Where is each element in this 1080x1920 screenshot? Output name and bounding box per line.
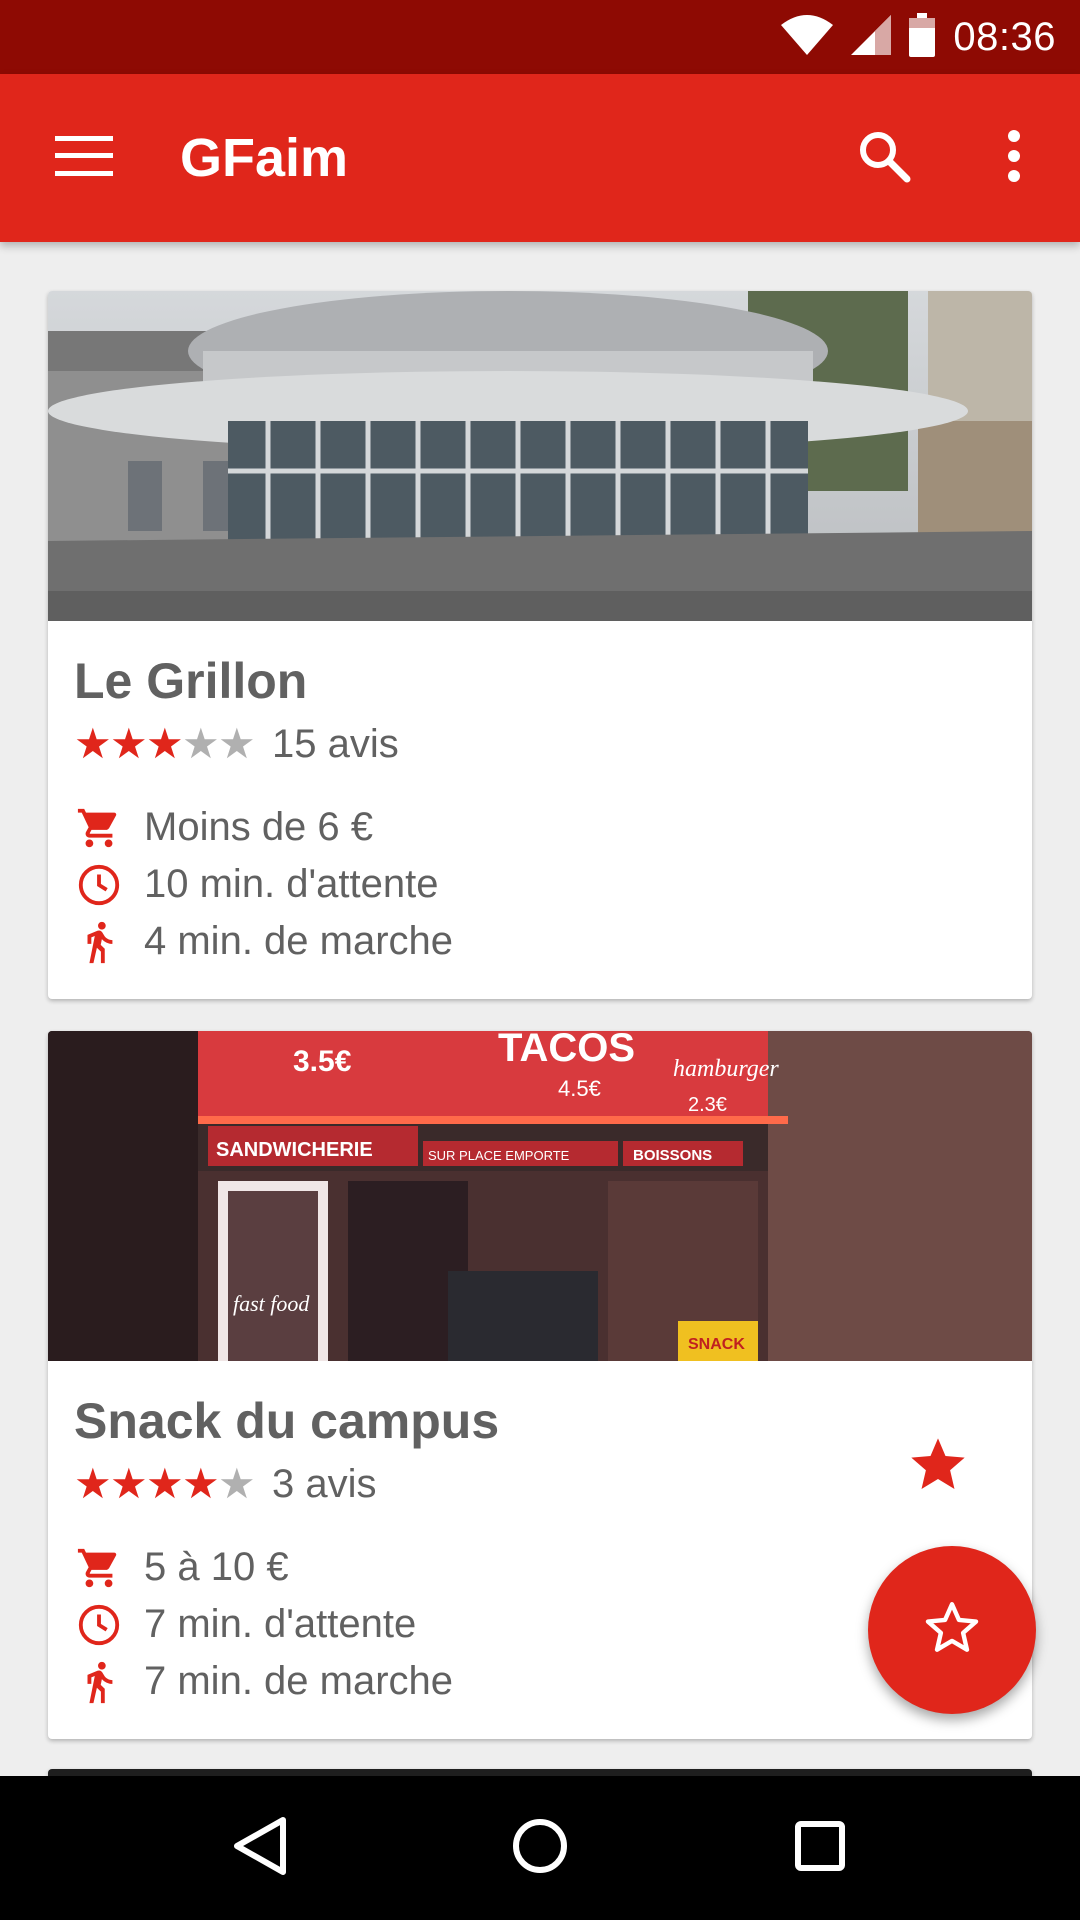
clock-icon <box>74 860 124 910</box>
status-time: 08:36 <box>953 14 1056 59</box>
app-title: GFaim <box>180 128 349 188</box>
wait-text: 10 min. d'attente <box>144 862 439 906</box>
rating-stars: ★ ★ ★ ★ ★ <box>74 720 256 767</box>
nav-back-button[interactable] <box>210 1798 310 1898</box>
sign-fast-food: fast food <box>233 1291 310 1316</box>
info-list: 5 à 10 € 7 min. d'attente 7 min. de marc… <box>74 1539 1006 1710</box>
walk-icon <box>74 917 124 967</box>
rating: ★ ★ ★ ★ ★ 15 avis <box>74 719 1006 769</box>
rating-stars: ★ ★ ★ ★ ★ <box>74 1460 256 1507</box>
cart-icon <box>74 1543 124 1593</box>
battery-icon <box>909 12 936 62</box>
wifi-icon <box>781 14 834 60</box>
star-filled-icon: ★ <box>74 720 112 767</box>
more-vert-icon <box>1006 129 1022 187</box>
info-list: Moins de 6 € 10 min. d'attente 4 min. de… <box>74 799 1006 970</box>
star-empty-icon: ★ <box>218 1460 256 1507</box>
wait-row: 7 min. d'attente <box>74 1596 1006 1653</box>
sign-hamburger: hamburger <box>673 1056 779 1082</box>
status-icons: 08:36 <box>781 0 1056 74</box>
restaurant-list[interactable]: Le Grillon ★ ★ ★ ★ ★ 15 avis Moins de 6 … <box>0 242 1080 1776</box>
price-row: Moins de 6 € <box>74 799 1006 856</box>
sign-boissons: BOISSONS <box>633 1147 712 1164</box>
app-bar: GFaim <box>0 74 1080 242</box>
sign-snack: SNACK <box>688 1336 745 1353</box>
menu-icon <box>55 135 113 181</box>
restaurant-card[interactable] <box>48 1769 1032 1776</box>
price-text: 5 à 10 € <box>144 1545 289 1589</box>
walk-row: 7 min. de marche <box>74 1653 1006 1710</box>
star-filled-icon: ★ <box>146 720 184 767</box>
wait-text: 7 min. d'attente <box>144 1602 417 1646</box>
star-filled-icon: ★ <box>110 720 148 767</box>
nav-recents-button[interactable] <box>770 1798 870 1898</box>
sign-sandwicherie: SANDWICHERIE <box>216 1139 373 1161</box>
card-body: Le Grillon ★ ★ ★ ★ ★ 15 avis Moins de 6 … <box>48 621 1032 990</box>
walk-text: 7 min. de marche <box>144 1659 454 1703</box>
clock-icon <box>74 1600 124 1650</box>
walk-icon <box>74 1657 124 1707</box>
star-empty-icon: ★ <box>218 720 256 767</box>
walk-row: 4 min. de marche <box>74 913 1006 970</box>
sign-tacos: TACOS <box>498 1031 635 1070</box>
navigation-bar <box>0 1776 1080 1920</box>
home-icon <box>512 1818 568 1879</box>
sign-price-1: 3.5€ <box>293 1045 352 1078</box>
nav-home-button[interactable] <box>490 1798 590 1898</box>
sign-sur-place: SUR PLACE EMPORTE <box>428 1148 570 1163</box>
recents-icon <box>795 1820 845 1876</box>
star-filled-icon: ★ <box>110 1460 148 1507</box>
price-text: Moins de 6 € <box>144 805 374 849</box>
star-filled-icon: ★ <box>182 1460 220 1507</box>
star-filled-icon: ★ <box>74 1460 112 1507</box>
favorites-fab[interactable] <box>868 1546 1036 1714</box>
restaurant-photo <box>48 291 1032 621</box>
restaurant-card[interactable]: Le Grillon ★ ★ ★ ★ ★ 15 avis Moins de 6 … <box>48 291 1032 999</box>
star-outline-icon <box>921 1597 983 1664</box>
restaurant-name: Snack du campus <box>74 1393 500 1449</box>
review-count: 15 avis <box>272 721 399 766</box>
search-button[interactable] <box>844 118 924 198</box>
favorite-toggle[interactable] <box>902 1431 974 1503</box>
back-icon <box>233 1816 287 1881</box>
overflow-menu-button[interactable] <box>974 118 1054 198</box>
rating: ★ ★ ★ ★ ★ 3 avis <box>74 1459 1006 1509</box>
review-count: 3 avis <box>272 1461 377 1506</box>
menu-button[interactable] <box>40 118 128 198</box>
status-bar: 08:36 <box>0 0 1080 74</box>
wait-row: 10 min. d'attente <box>74 856 1006 913</box>
sign-price-3: 2.3€ <box>688 1094 727 1116</box>
restaurant-photo: 3.5€ TACOS 4.5€ hamburger 2.3€ SANDWICHE… <box>48 1031 1032 1361</box>
restaurant-name: Le Grillon <box>74 653 308 709</box>
sign-price-2: 4.5€ <box>558 1076 601 1101</box>
price-row: 5 à 10 € <box>74 1539 1006 1596</box>
walk-text: 4 min. de marche <box>144 919 454 963</box>
cart-icon <box>74 803 124 853</box>
star-empty-icon: ★ <box>182 720 220 767</box>
star-filled-icon: ★ <box>146 1460 184 1507</box>
signal-icon <box>851 14 892 60</box>
search-icon <box>857 129 911 188</box>
star-filled-icon <box>906 1433 970 1502</box>
